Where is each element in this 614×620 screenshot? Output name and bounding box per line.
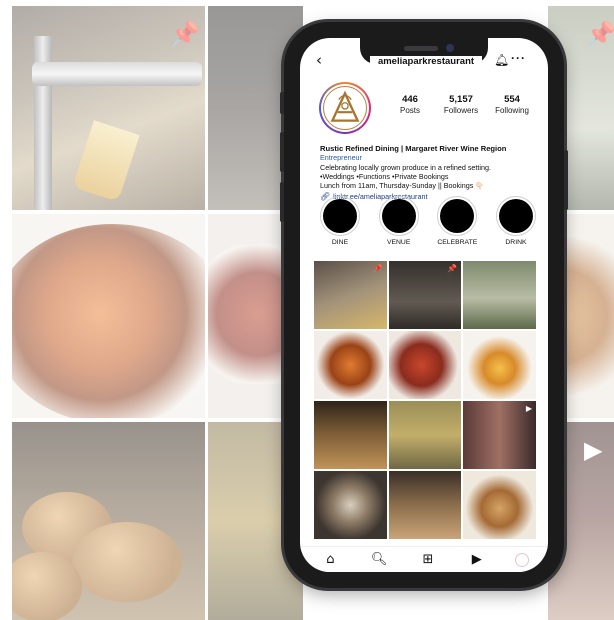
volume-down-button (280, 182, 284, 222)
bio-category: Entrepreneur (320, 153, 362, 163)
bio-title: Rustic Refined Dining | Margaret River W… (320, 144, 507, 153)
highlight-drink[interactable]: DRINK (492, 196, 540, 246)
restaurant-logo (323, 86, 367, 130)
post-thumbnail[interactable]: ▶︎ (463, 401, 536, 469)
pin-icon: 📌 (372, 264, 383, 273)
back-arrow-icon[interactable]: ‹ (316, 52, 330, 68)
reels-icon: ▶︎ (525, 404, 532, 413)
stat-value: 554 (504, 94, 520, 105)
highlight-label: DRINK (505, 239, 527, 246)
highlight-venue[interactable]: VENUE (375, 196, 423, 246)
bottom-navigation: ⌂ 🔍︎ ⊞ ▶︎ (300, 546, 548, 572)
phone-frame: ‹ ameliaparkrestaurant 🔔︎ ··· 446 Posts … (280, 22, 568, 588)
post-thumbnail[interactable] (314, 471, 387, 539)
volume-up-button (280, 132, 284, 172)
search-icon[interactable]: 🔍︎ (368, 552, 390, 567)
stat-posts[interactable]: 446 Posts (386, 94, 434, 115)
stat-following[interactable]: 554 Following (488, 94, 536, 115)
highlight-label: DINE (331, 239, 349, 246)
post-thumbnail[interactable] (314, 331, 387, 399)
post-thumbnail[interactable] (463, 331, 536, 399)
profile-avatar[interactable] (319, 82, 371, 134)
post-thumbnail[interactable]: 📌 (388, 261, 462, 329)
instagram-profile-screen: ‹ ameliaparkrestaurant 🔔︎ ··· 446 Posts … (300, 38, 548, 572)
reels-icon[interactable]: ▶︎ (466, 552, 488, 567)
profile-avatar[interactable] (514, 552, 529, 567)
bio-line: •Weddings •Functions •Private Bookings (320, 171, 449, 181)
bio-line: Celebrating locally grown produce in a r… (320, 162, 492, 172)
post-thumbnail[interactable] (388, 401, 462, 469)
power-button (564, 150, 568, 210)
stat-followers[interactable]: 5,157 Followers (437, 94, 485, 115)
highlight-label: CELEBRATE (437, 239, 478, 246)
profile-stats: 446 Posts 5,157 Followers 554 Following (386, 94, 536, 115)
post-thumbnail[interactable] (388, 331, 462, 399)
profile-username: ameliaparkrestaurant (370, 56, 482, 67)
more-icon[interactable]: ··· (511, 51, 526, 65)
post-thumbnail[interactable] (388, 471, 462, 539)
story-highlights: DINE VENUE CELEBRATE DRINK (316, 196, 540, 246)
bg-photo-beer-tap: 📌 (12, 6, 205, 210)
stat-value: 446 (402, 94, 418, 105)
bg-photo-quail-dish (12, 214, 205, 418)
stat-value: 5,157 (449, 94, 473, 105)
bg-photo-bread (12, 422, 205, 620)
bio-line: Lunch from 11am, Thursday-Sunday || Book… (320, 181, 485, 191)
profile-bio: Rustic Refined Dining | Margaret River W… (320, 144, 542, 202)
pin-icon: 📌 (447, 264, 458, 273)
post-grid: 📌 📌 ▶︎ (314, 261, 536, 539)
highlight-label: VENUE (386, 239, 411, 246)
bell-icon[interactable]: 🔔︎ (494, 53, 509, 67)
home-icon[interactable]: ⌂ (319, 552, 341, 567)
new-post-icon[interactable]: ⊞ (417, 552, 439, 567)
post-thumbnail[interactable]: 📌 (314, 261, 387, 329)
post-thumbnail[interactable] (463, 471, 536, 539)
stat-label: Posts (399, 106, 420, 115)
stat-label: Followers (443, 106, 479, 115)
post-thumbnail[interactable] (463, 261, 536, 329)
stat-label: Following (495, 106, 529, 115)
highlight-dine[interactable]: DINE (316, 196, 364, 246)
mute-switch (280, 92, 284, 114)
highlight-celebrate[interactable]: CELEBRATE (433, 196, 481, 246)
post-thumbnail[interactable] (314, 401, 387, 469)
